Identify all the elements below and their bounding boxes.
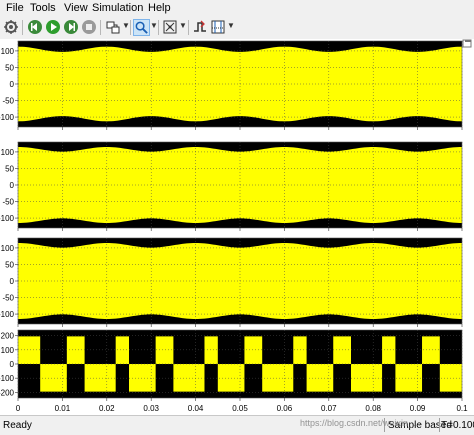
menu-tools[interactable]: Tools <box>30 2 56 14</box>
plot-4-y-tick-label: 0 <box>10 360 15 369</box>
plot-4-x-tick-label: 0.09 <box>410 404 426 413</box>
plot-4-y-tick-label: -200 <box>0 388 15 397</box>
plot-2-y-tick-label: 50 <box>5 164 14 173</box>
plot-4-pulse-9 <box>204 336 218 364</box>
toolbar-separator <box>100 20 101 35</box>
plot-2-y-tick-label: -100 <box>0 214 15 223</box>
zoom-icon[interactable] <box>133 19 150 36</box>
fit-to-view-icon[interactable] <box>162 19 178 35</box>
plot-1-y-tick-label: 50 <box>5 63 14 72</box>
chevron-down-icon[interactable]: ▼ <box>150 21 158 30</box>
plot-4-x-tick-label: 0.05 <box>232 404 248 413</box>
plot-4-pulse-5 <box>115 336 129 364</box>
plot-4-pulse-6 <box>129 364 156 392</box>
plot-4-pulse-11 <box>244 336 263 364</box>
settings-icon[interactable] <box>3 19 19 35</box>
plot-3-y-tick-label: 0 <box>10 277 15 286</box>
plot-3-y-tick-label: -100 <box>0 310 15 319</box>
menu-simulation[interactable]: Simulation <box>92 2 143 14</box>
step-back-icon[interactable] <box>27 19 43 35</box>
plot-4-x-tick-label: 0.04 <box>188 404 204 413</box>
plot-4-pulse-4 <box>84 364 116 392</box>
triggers-icon[interactable] <box>192 19 208 35</box>
stop-icon[interactable] <box>81 19 97 35</box>
plot-2-y-tick-label: -50 <box>2 198 14 207</box>
plot-4-pulse-13 <box>293 336 307 364</box>
plot-4-x-tick-label: 0.02 <box>99 404 115 413</box>
menu-view[interactable]: View <box>64 2 88 14</box>
plot-4-y-tick-label: 200 <box>1 332 15 341</box>
plot-1-y-tick-label: 0 <box>10 80 15 89</box>
plot-4-pulse-12 <box>262 364 294 392</box>
menu-bar: File Tools View Simulation Help <box>0 0 474 17</box>
toolbar-separator <box>22 20 23 35</box>
plot-4-pulse-7 <box>155 336 174 364</box>
plot-4-y-tick-label: -100 <box>0 374 15 383</box>
run-icon[interactable] <box>45 19 61 35</box>
plot-4-pulse-2 <box>40 364 67 392</box>
plot-2-y-tick-label: 0 <box>10 181 15 190</box>
watermark: https://blog.csdn.net/weixin_... <box>300 418 421 428</box>
plot-4-pulse-14 <box>306 364 334 392</box>
plot-4-pulse-8 <box>173 364 205 392</box>
step-forward-icon[interactable] <box>63 19 79 35</box>
chevron-down-icon[interactable]: ▼ <box>122 21 130 30</box>
scope-plots: -100 -50 0 50 100 -100 -50 0 50 100 -100 -50 0 50 100 -… <box>0 40 468 413</box>
plot-3-y-tick-label: 50 <box>5 260 14 269</box>
menu-help[interactable]: Help <box>148 2 171 14</box>
plot-4-x-tick-label: 0.01 <box>55 404 71 413</box>
chevron-down-icon[interactable]: ▼ <box>179 21 187 30</box>
plot-4-pulse-16 <box>351 364 383 392</box>
toolbar-separator <box>130 20 131 35</box>
plot-4-pulse-18 <box>395 364 423 392</box>
status-ready: Ready <box>3 420 32 431</box>
cursor-measurements-icon[interactable] <box>210 19 226 35</box>
plot-3-y-tick-label: -50 <box>2 294 14 303</box>
plot-4-pulse-20 <box>439 364 462 392</box>
plot-4-x-tick-label: 0.1 <box>456 404 468 413</box>
plot-4-pulse-10 <box>217 364 245 392</box>
plot-3-y-tick-label: 100 <box>1 244 15 253</box>
highlight-block-icon[interactable] <box>105 19 121 35</box>
plot-1-y-tick-label: 100 <box>1 47 15 56</box>
scope-plot-area: -100 -50 0 50 100 -100 -50 0 50 100 -100 -50 0 50 100 -… <box>0 39 474 415</box>
toolbar: ▼ ▼ ▼ ▼ <box>0 17 474 40</box>
plot-4-pulse-15 <box>333 336 351 364</box>
plot-4-pulse-17 <box>382 336 396 364</box>
plot-4-x-tick-label: 0.06 <box>277 404 293 413</box>
plot-4-pulse-3 <box>66 336 85 364</box>
plot-1-y-tick-label: -100 <box>0 113 15 122</box>
chevron-down-icon[interactable]: ▼ <box>227 21 235 30</box>
plot-4-x-tick-label: 0.07 <box>321 404 337 413</box>
plot-4-x-tick-label: 0.08 <box>365 404 381 413</box>
plot-1-y-tick-label: -50 <box>2 97 14 106</box>
plot-4-pulse-19 <box>422 336 440 364</box>
plot-4-x-tick-label: 0 <box>16 404 21 413</box>
menu-file[interactable]: File <box>6 2 24 14</box>
undock-icon[interactable] <box>462 39 472 48</box>
plot-2-y-tick-label: 100 <box>1 148 15 157</box>
plot-4-pulse-1 <box>18 336 41 364</box>
status-time: T=0.100 <box>441 420 474 431</box>
plot-4-y-tick-label: 100 <box>1 346 15 355</box>
plot-4-x-tick-label: 0.03 <box>143 404 159 413</box>
toolbar-separator <box>158 20 159 35</box>
status-divider <box>439 418 440 432</box>
toolbar-separator <box>188 20 189 35</box>
